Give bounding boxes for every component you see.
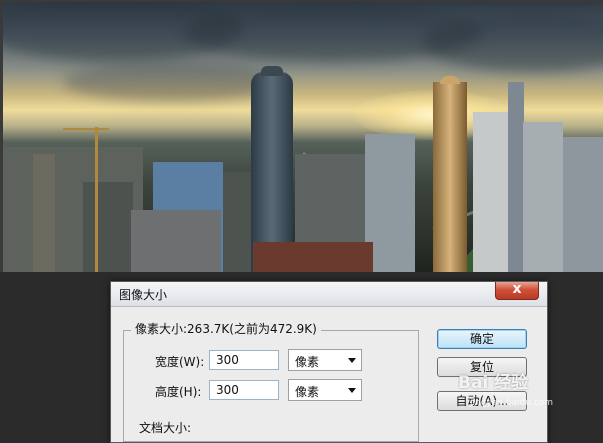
chevron-down-icon [348,388,356,393]
height-label: 高度(H): [155,385,202,399]
close-icon: x [512,281,522,297]
pixel-dimensions-label: 像素大小:263.7K(之前为472.9K) [131,320,321,337]
height-unit-select[interactable]: 像素 [288,379,362,401]
height-input[interactable]: 300 [209,380,279,400]
width-unit-select[interactable]: 像素 [288,349,362,371]
city-skyline-photo [3,2,603,272]
width-unit-value: 像素 [295,355,320,369]
image-size-dialog: 图像大小 x 像素大小:263.7K(之前为472.9K) 宽度(W): 300… [110,281,548,443]
dialog-titlebar[interactable]: 图像大小 x [111,281,547,307]
baidu-watermark-url: jingyan.baidu.com [470,398,554,408]
dialog-title: 图像大小 [119,288,168,302]
document-size-label: 文档大小: [139,421,192,435]
width-input[interactable]: 300 [209,350,279,370]
baidu-watermark: Bai 经验 [458,373,529,393]
chevron-down-icon [348,358,356,363]
width-label: 宽度(W): [155,355,205,369]
ok-button[interactable]: 确定 [437,329,527,349]
close-button[interactable]: x [495,281,539,300]
height-unit-value: 像素 [295,385,320,399]
